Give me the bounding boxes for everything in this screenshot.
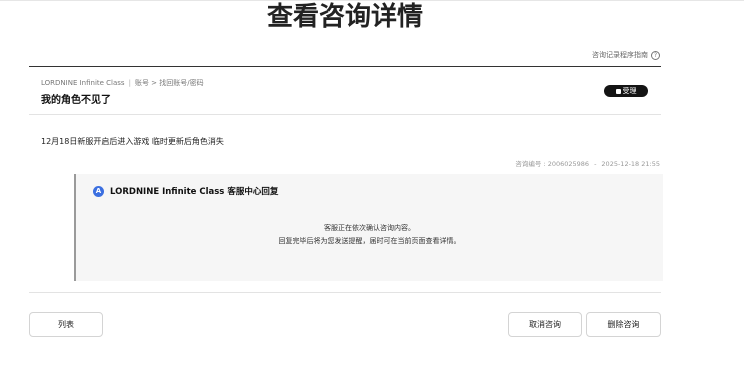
inquiry-content: 12月18日新服开启后进入游戏 临时更新后角色消失 <box>41 137 224 146</box>
inquiry-guide-link[interactable]: 咨询记录程序指南 ? <box>592 50 660 60</box>
reply-header: A LORDNINE Infinite Class 客服中心回复 <box>93 185 278 197</box>
status-label: 受理 <box>622 87 637 95</box>
page-title: 查看咨询详情 <box>266 2 423 32</box>
inquiry-datetime: 2025-12-18 21:55 <box>601 160 660 168</box>
breadcrumb: LORDNINE Infinite Class | 账号 > 找回账号/密码 <box>41 78 204 88</box>
breadcrumb-game: LORDNINE Infinite Class <box>41 79 125 87</box>
reply-line-2: 回复完毕后将为您发送提醒，届时可在当前页面查看详情。 <box>278 237 461 245</box>
inquiry-title: 我的角色不见了 <box>41 95 111 106</box>
reply-body: 客服正在依次确认咨询内容。 回复完毕后将为您发送提醒，届时可在当前页面查看详情。 <box>76 222 663 248</box>
title-divider <box>29 114 661 115</box>
reply-title: LORDNINE Infinite Class 客服中心回复 <box>110 187 279 197</box>
meta-separator: - <box>594 160 597 168</box>
footer-divider <box>29 292 661 293</box>
inquiry-detail-page: 查看咨询详情 咨询记录程序指南 ? LORDNINE Infinite Clas… <box>0 0 744 375</box>
cancel-inquiry-button[interactable]: 取消咨询 <box>508 312 582 337</box>
help-icon: ? <box>651 50 660 60</box>
inquiry-number: 咨询编号 : 2006025986 <box>515 160 590 168</box>
delete-inquiry-button[interactable]: 删除咨询 <box>586 312 661 337</box>
breadcrumb-separator: | <box>128 79 131 87</box>
list-button[interactable]: 列表 <box>29 312 103 337</box>
status-badge: 受理 <box>604 85 648 97</box>
status-icon <box>615 88 621 94</box>
answer-avatar-icon: A <box>93 185 104 197</box>
header-divider <box>29 66 661 67</box>
reply-line-1: 客服正在依次确认咨询内容。 <box>324 224 415 232</box>
breadcrumb-path: 账号 > 找回账号/密码 <box>134 79 204 87</box>
reply-box: A LORDNINE Infinite Class 客服中心回复 客服正在依次确… <box>74 174 663 281</box>
inquiry-meta: 咨询编号 : 2006025986-2025-12-18 21:55 <box>515 158 660 168</box>
inquiry-guide-label: 咨询记录程序指南 <box>592 51 648 59</box>
